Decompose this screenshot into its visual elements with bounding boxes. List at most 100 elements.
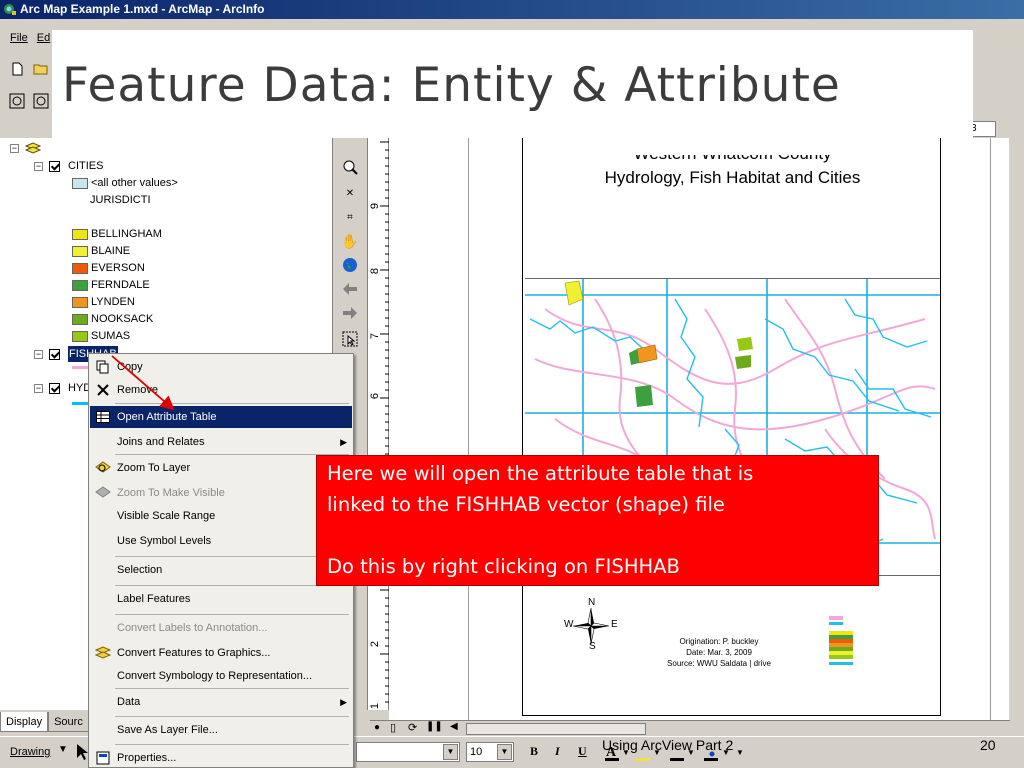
legend-field-name: JURISDICTI bbox=[90, 192, 151, 208]
toc-layer-cities[interactable]: − CITIES bbox=[34, 158, 103, 174]
callout-line: linked to the FISHHAB vector (shape) fil… bbox=[327, 493, 725, 516]
submenu-arrow-icon: ▶ bbox=[340, 437, 347, 447]
tab-source[interactable]: Sourc bbox=[48, 712, 89, 732]
menu-edit[interactable]: Ed bbox=[37, 32, 50, 44]
instruction-callout: Here we will open the attribute table th… bbox=[316, 455, 879, 586]
select-elements-icon[interactable] bbox=[341, 330, 359, 348]
layer-visibility-checkbox[interactable] bbox=[49, 382, 60, 394]
page-margin-left bbox=[468, 138, 469, 720]
context-menu-label: Convert Symbology to Representation... bbox=[117, 670, 313, 682]
legend-item: BELLINGHAM bbox=[72, 226, 162, 242]
forward-arrow-icon[interactable] bbox=[341, 304, 359, 322]
layout-view[interactable]: Western Whatcom County Hydrology, Fish H… bbox=[389, 138, 1009, 720]
legend-swatch bbox=[72, 330, 88, 342]
pause-icon[interactable]: ❚❚ bbox=[426, 721, 443, 732]
context-menu-item-open-attribute-table[interactable]: Open Attribute Table bbox=[90, 406, 352, 428]
context-menu-item-visible-scale-range[interactable]: Visible Scale Range bbox=[90, 505, 352, 527]
context-menu-item-data[interactable]: Data ▶ bbox=[90, 691, 352, 713]
toc-layer-hydro[interactable]: − HYD bbox=[34, 380, 91, 396]
context-menu-item-zoom-to-layer[interactable]: Zoom To Layer bbox=[90, 457, 352, 479]
zoom-visible-icon bbox=[95, 485, 111, 501]
collapse-icon[interactable]: − bbox=[34, 161, 43, 171]
zoom-icon[interactable] bbox=[341, 158, 359, 176]
back-arrow-icon[interactable] bbox=[341, 280, 359, 298]
legend-label: EVERSON bbox=[91, 262, 145, 274]
context-menu-item-selection[interactable]: Selection bbox=[90, 559, 352, 581]
drawing-dropdown-icon[interactable]: ▼ bbox=[58, 744, 68, 755]
svg-text:▼: ▼ bbox=[736, 748, 744, 757]
scroll-left-icon[interactable]: ◀ bbox=[450, 721, 458, 732]
menu-file[interactable]: File bbox=[10, 32, 28, 44]
east-label: E bbox=[611, 619, 618, 630]
full-extent-globe-icon[interactable] bbox=[341, 256, 359, 274]
italic-button[interactable]: I bbox=[555, 744, 560, 759]
map-title-line1: Western Whatcom County bbox=[633, 144, 832, 163]
context-menu-item-convert-features-to-graphics[interactable]: Convert Features to Graphics... bbox=[90, 642, 352, 664]
collapse-icon[interactable]: − bbox=[10, 143, 19, 153]
dropdown-arrow-icon[interactable]: ▼ bbox=[443, 744, 458, 760]
fixed-zoom-out-icon[interactable]: ⌗ bbox=[341, 208, 359, 226]
context-menu-item-copy[interactable]: Copy bbox=[90, 356, 352, 378]
collapse-icon[interactable]: − bbox=[34, 349, 43, 359]
layout-page[interactable]: Western Whatcom County Hydrology, Fish H… bbox=[522, 138, 941, 716]
fixed-zoom-in-icon[interactable]: ✕ bbox=[341, 184, 359, 202]
bold-button[interactable]: B bbox=[530, 744, 538, 759]
legend-item: SUMAS bbox=[72, 328, 130, 344]
credit-line: Origination: P. buckley bbox=[679, 637, 759, 646]
legend-swatch bbox=[72, 228, 88, 240]
slide-title: Feature Data: Entity & Attribute bbox=[62, 58, 841, 113]
table-icon bbox=[95, 409, 111, 425]
layer-visibility-checkbox[interactable] bbox=[49, 160, 60, 172]
data-view-icon[interactable]: ● bbox=[374, 722, 380, 733]
standard-toolbar bbox=[8, 58, 58, 80]
zoom-in-icon[interactable] bbox=[8, 92, 26, 110]
window-titlebar[interactable]: Arc Map Example 1.mxd - ArcMap - ArcInfo bbox=[0, 0, 1024, 19]
context-menu-item-zoom-to-make-visible[interactable]: Zoom To Make Visible bbox=[90, 482, 352, 504]
new-document-icon[interactable] bbox=[8, 60, 26, 78]
layout-view-icon[interactable]: ▯ bbox=[390, 721, 396, 734]
context-menu-item-save-as-layer-file[interactable]: Save As Layer File... bbox=[90, 719, 352, 741]
legend-all-other: <all other values> bbox=[72, 175, 178, 191]
menu-separator bbox=[115, 614, 349, 615]
menu-separator bbox=[115, 744, 349, 745]
pan-hand-icon[interactable]: ✋ bbox=[341, 232, 359, 250]
ruler-label: 1 bbox=[369, 702, 382, 710]
tab-display[interactable]: Display bbox=[0, 712, 49, 732]
context-menu-item-use-symbol-levels[interactable]: Use Symbol Levels bbox=[90, 530, 352, 552]
legend-swatch bbox=[72, 279, 88, 291]
slide-page-number: 20 bbox=[980, 737, 996, 753]
legend-swatch bbox=[72, 313, 88, 325]
remove-icon bbox=[95, 382, 111, 398]
dropdown-arrow-icon[interactable]: ▼ bbox=[497, 744, 512, 760]
layer-visibility-checkbox[interactable] bbox=[49, 348, 60, 360]
arcmap-window: Arc Map Example 1.mxd - ArcMap - ArcInfo… bbox=[0, 0, 1024, 768]
context-menu-item-convert-labels-to-annotation[interactable]: Convert Labels to Annotation... bbox=[90, 617, 352, 639]
toc-layers-root[interactable]: − bbox=[10, 140, 41, 156]
open-folder-icon[interactable] bbox=[32, 60, 50, 78]
legend-swatch bbox=[72, 245, 88, 257]
context-menu-label: Save As Layer File... bbox=[117, 724, 218, 736]
tools-toolbar bbox=[8, 90, 58, 112]
collapse-icon[interactable]: − bbox=[34, 383, 43, 393]
map-title-line2: Hydrology, Fish Habitat and Cities bbox=[604, 168, 861, 187]
context-menu-item-properties[interactable]: Properties... bbox=[90, 747, 352, 768]
blaine-area bbox=[564, 280, 584, 306]
context-menu-item-remove[interactable]: Remove bbox=[90, 379, 352, 401]
ferndale-area-2 bbox=[635, 385, 653, 407]
context-menu-item-convert-symbology-to-representation[interactable]: Convert Symbology to Representation... bbox=[90, 665, 352, 687]
layout-horizontal-scrollbar[interactable]: ● ▯ ⟳ ❚❚ ◀ bbox=[370, 720, 1010, 736]
underline-button[interactable]: U bbox=[578, 744, 587, 759]
context-menu-item-label-features[interactable]: Label Features bbox=[90, 588, 352, 610]
layer-name-cities: CITIES bbox=[68, 160, 104, 172]
menu-separator bbox=[115, 688, 349, 689]
context-menu-item-joins-and-relates[interactable]: Joins and Relates ▶ bbox=[90, 431, 352, 453]
font-size-box[interactable]: 10 ▼ bbox=[466, 742, 514, 762]
drawing-menu[interactable]: Drawing bbox=[10, 746, 50, 758]
scroll-thumb[interactable] bbox=[466, 723, 646, 735]
context-menu-label: Label Features bbox=[117, 593, 191, 605]
context-menu-label: Convert Labels to Annotation... bbox=[117, 622, 268, 634]
refresh-icon[interactable]: ⟳ bbox=[408, 721, 417, 734]
zoom-out-icon[interactable] bbox=[32, 92, 50, 110]
font-name-box[interactable]: ▼ bbox=[356, 742, 460, 762]
vertical-scrollbar[interactable] bbox=[1009, 138, 1024, 720]
